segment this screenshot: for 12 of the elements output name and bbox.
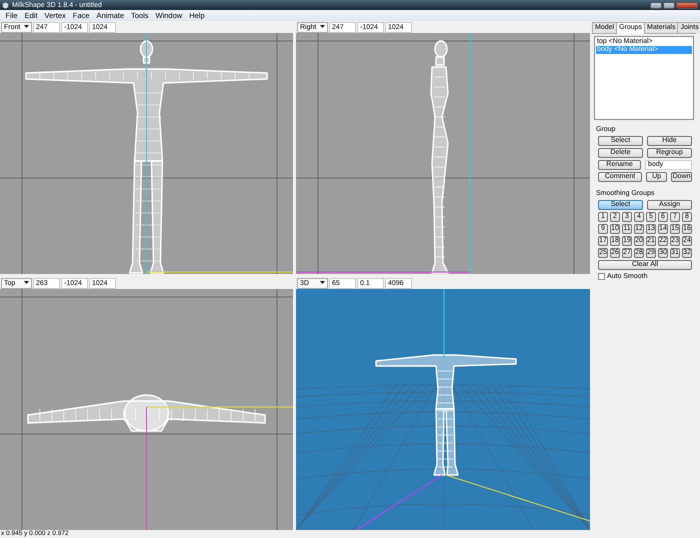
caret-icon: [320, 25, 325, 29]
ortho-viewport[interactable]: [0, 289, 293, 530]
ortho-viewport[interactable]: [0, 33, 293, 274]
caret-icon: [320, 281, 325, 285]
maximize-button[interactable]: [663, 2, 675, 8]
checkbox[interactable]: [598, 273, 605, 280]
close-button[interactable]: [676, 2, 698, 8]
perspective-viewport[interactable]: [296, 289, 590, 530]
caret-icon: [24, 25, 29, 29]
minimize-button[interactable]: [650, 2, 662, 8]
ortho-viewport[interactable]: [296, 33, 590, 274]
caret-icon: [24, 281, 29, 285]
